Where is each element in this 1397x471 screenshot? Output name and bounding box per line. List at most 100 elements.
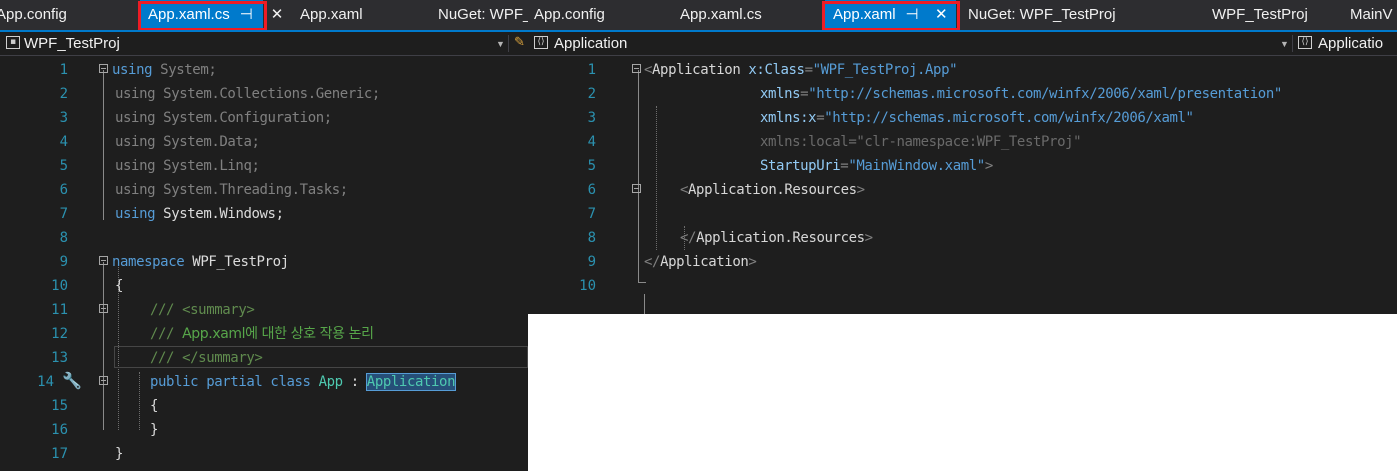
code-text: using System.Linq; <box>115 158 260 174</box>
xml-icon: ⟨⟩ <box>1298 36 1312 49</box>
fold-icon[interactable] <box>99 376 108 385</box>
chevron-down-icon[interactable]: ▼ <box>496 33 505 55</box>
line-number: 13 <box>51 350 68 366</box>
fold-icon[interactable] <box>99 64 108 73</box>
unused-namespace: xmlns:local="clr-namespace:WPF_TestProj" <box>760 134 1082 150</box>
code-line: 14 🔧 public partial class App : Applicatio… <box>0 370 528 394</box>
line-number: 12 <box>51 326 68 342</box>
close-icon[interactable]: ✕ <box>263 0 291 30</box>
code-line: 3 using System.Configuration; <box>0 106 528 130</box>
code-editor[interactable]: 1 using System; 2 using System.Collections… <box>0 56 528 471</box>
xml-attribute: x:Class <box>740 62 805 78</box>
code-line: 12 /// App.xaml에 대한 상호 작용 논리 <box>0 322 528 346</box>
tab-mainwindow[interactable]: MainV <box>1350 0 1393 30</box>
keyword: using <box>115 206 156 222</box>
tab-app-config[interactable]: App.config <box>534 0 605 30</box>
line-number: 2 <box>59 86 68 102</box>
code-line: 5 StartupUri="MainWindow.xaml"> <box>528 154 1397 178</box>
line-number: 8 <box>59 230 68 246</box>
keyword: public partial class <box>150 374 311 390</box>
code-text: using System.Collections.Generic; <box>115 86 380 102</box>
pin-icon[interactable]: ⊣ <box>906 0 919 30</box>
tab-app-xaml[interactable]: App.xaml ⊣ <box>825 0 930 30</box>
divider <box>508 35 509 52</box>
line-number: 16 <box>51 422 68 438</box>
chevron-down-icon[interactable]: ▼ <box>1280 33 1289 55</box>
line-number: 5 <box>587 158 596 174</box>
selected-type-name[interactable]: Application <box>365 373 457 391</box>
line-number: 17 <box>51 446 68 462</box>
xml-element: Application.Resources <box>696 230 865 246</box>
divider <box>1292 35 1293 52</box>
code-line: 1 using System; <box>0 58 528 82</box>
xml-attribute: xmlns <box>760 86 801 102</box>
line-number: 10 <box>51 278 68 294</box>
code-line: 7 <box>528 202 1397 226</box>
xaml-editor-pane: App.config App.xaml.cs App.xaml ⊣ ✕ NuGet… <box>528 0 1397 314</box>
line-number: 4 <box>587 134 596 150</box>
doc-comment: App.xaml에 대한 상호 작용 논리 <box>182 326 374 342</box>
line-number: 9 <box>587 254 596 270</box>
fold-icon[interactable] <box>632 64 641 73</box>
code-line: 3 xmlns:x="http://schemas.microsoft.com/w… <box>528 106 1397 130</box>
code-text: using System.Configuration; <box>115 110 332 126</box>
line-number: 15 <box>51 398 68 414</box>
code-line: 9 </Application> <box>528 250 1397 274</box>
tab-nuget[interactable]: NuGet: WPF_ <box>438 0 528 30</box>
fold-icon[interactable] <box>99 256 108 265</box>
xml-attribute: xmlns:x <box>760 110 817 126</box>
line-number: 7 <box>587 206 596 222</box>
code-text: using System.Threading.Tasks; <box>115 182 348 198</box>
scope-dropdown[interactable]: Application <box>554 32 627 55</box>
code-line: 15 { <box>0 394 528 418</box>
document-tab-bar: App.config App.xaml.cs App.xaml ⊣ ✕ NuGet… <box>528 0 1397 31</box>
line-number: 7 <box>59 206 68 222</box>
tab-label: NuGet: WPF_ <box>438 6 528 23</box>
code-line: 1 <Application x:Class="WPF_TestProj.App" <box>528 58 1397 82</box>
line-number: 8 <box>587 230 596 246</box>
wrench-icon[interactable]: 🔧 <box>62 370 82 394</box>
pin-icon[interactable]: ⊣ <box>240 0 253 30</box>
xml-bracket: > <box>748 254 757 270</box>
project-dropdown[interactable]: WPF_TestProj <box>24 32 120 55</box>
tab-app-config[interactable]: App.config <box>0 0 67 30</box>
tab-label: App.xaml <box>300 6 363 23</box>
code-text: System.Windows; <box>155 206 284 222</box>
xml-icon: ⟨⟩ <box>534 36 548 49</box>
fold-icon[interactable] <box>99 304 108 313</box>
member-dropdown[interactable]: Applicatio <box>1318 32 1383 55</box>
code-text: { <box>150 398 159 414</box>
code-editor[interactable]: 1 <Application x:Class="WPF_TestProj.App"… <box>528 56 1397 314</box>
tab-label: App.config <box>0 6 67 23</box>
xml-element: Application.Resources <box>688 182 857 198</box>
line-number: 10 <box>579 278 596 294</box>
tab-app-xaml-cs[interactable]: App.xaml.cs <box>680 0 762 30</box>
code-line: 8 <box>0 226 528 250</box>
tab-nuget[interactable]: NuGet: WPF_TestProj <box>968 0 1116 30</box>
tab-app-xaml[interactable]: App.xaml <box>300 0 363 30</box>
navigation-bar: ▪ WPF_TestProj ▼ ✎ <box>0 32 528 56</box>
code-line: 5 using System.Linq; <box>0 154 528 178</box>
tab-app-xaml-cs[interactable]: App.xaml.cs ⊣ <box>140 0 263 30</box>
code-line: 2 using System.Collections.Generic; <box>0 82 528 106</box>
code-line: 2 xmlns="http://schemas.microsoft.com/win… <box>528 82 1397 106</box>
tab-label: App.xaml.cs <box>148 6 230 23</box>
fold-icon[interactable] <box>632 184 641 193</box>
wrench-icon[interactable]: ✎ <box>514 34 525 50</box>
line-number: 2 <box>587 86 596 102</box>
close-icon[interactable]: ✕ <box>930 0 956 30</box>
xml-element: Application <box>660 254 749 270</box>
doc-comment: /// <summary> <box>150 302 255 318</box>
line-number: 3 <box>59 110 68 126</box>
line-number: 11 <box>51 302 68 318</box>
navigation-bar: ⟨⟩ Application ▼ ⟨⟩ Applicatio <box>528 32 1397 56</box>
line-number: 18 <box>0 466 68 471</box>
code-text: using System.Data; <box>115 134 260 150</box>
xml-element: Application <box>652 62 741 78</box>
xml-bracket: </ <box>644 254 661 270</box>
code-line: 13 /// </summary> <box>0 346 528 370</box>
code-line: 6 <Application.Resources> <box>528 178 1397 202</box>
tab-project[interactable]: WPF_TestProj <box>1212 0 1308 30</box>
code-text: WPF_TestProj <box>184 254 289 270</box>
code-line: 10 <box>528 274 1397 298</box>
